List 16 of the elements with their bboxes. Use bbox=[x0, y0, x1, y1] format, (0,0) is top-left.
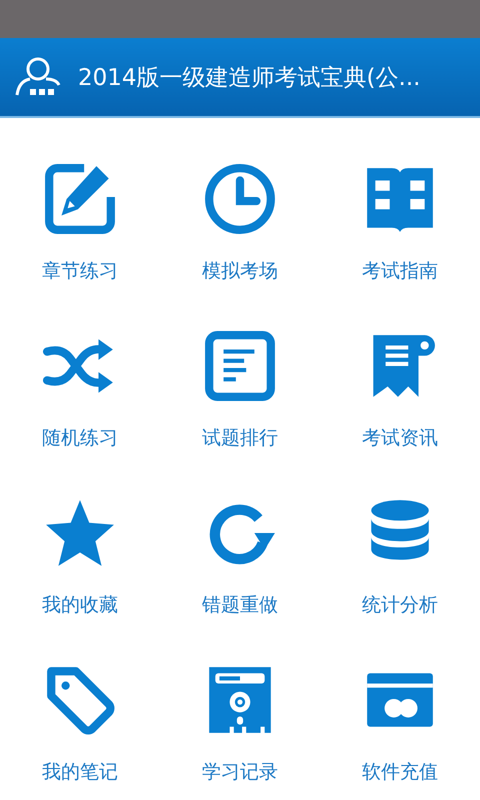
menu-tile[interactable]: 随机练习 bbox=[0, 329, 160, 451]
menu-tile[interactable]: 考试指南 bbox=[320, 162, 480, 284]
menu-tile[interactable]: 学习记录 bbox=[160, 663, 320, 785]
menu-tile[interactable]: 模拟考场 bbox=[160, 162, 320, 284]
edit-icon bbox=[43, 162, 117, 236]
menu-tile[interactable]: 章节练习 bbox=[0, 162, 160, 284]
clock-icon bbox=[203, 162, 277, 236]
menu-tile[interactable]: 试题排行 bbox=[160, 329, 320, 451]
menu-tile[interactable]: 统计分析 bbox=[320, 496, 480, 618]
menu-tile[interactable]: 我的收藏 bbox=[0, 496, 160, 618]
document-icon bbox=[203, 329, 277, 403]
menu-tile[interactable]: 我的笔记 bbox=[0, 663, 160, 785]
menu-tile[interactable]: 错题重做 bbox=[160, 496, 320, 618]
app-title: 2014版一级建造师考试宝典(公... bbox=[78, 64, 420, 92]
menu-tile[interactable]: 考试资讯 bbox=[320, 329, 480, 451]
menu-tile[interactable]: 软件充值 bbox=[320, 663, 480, 785]
